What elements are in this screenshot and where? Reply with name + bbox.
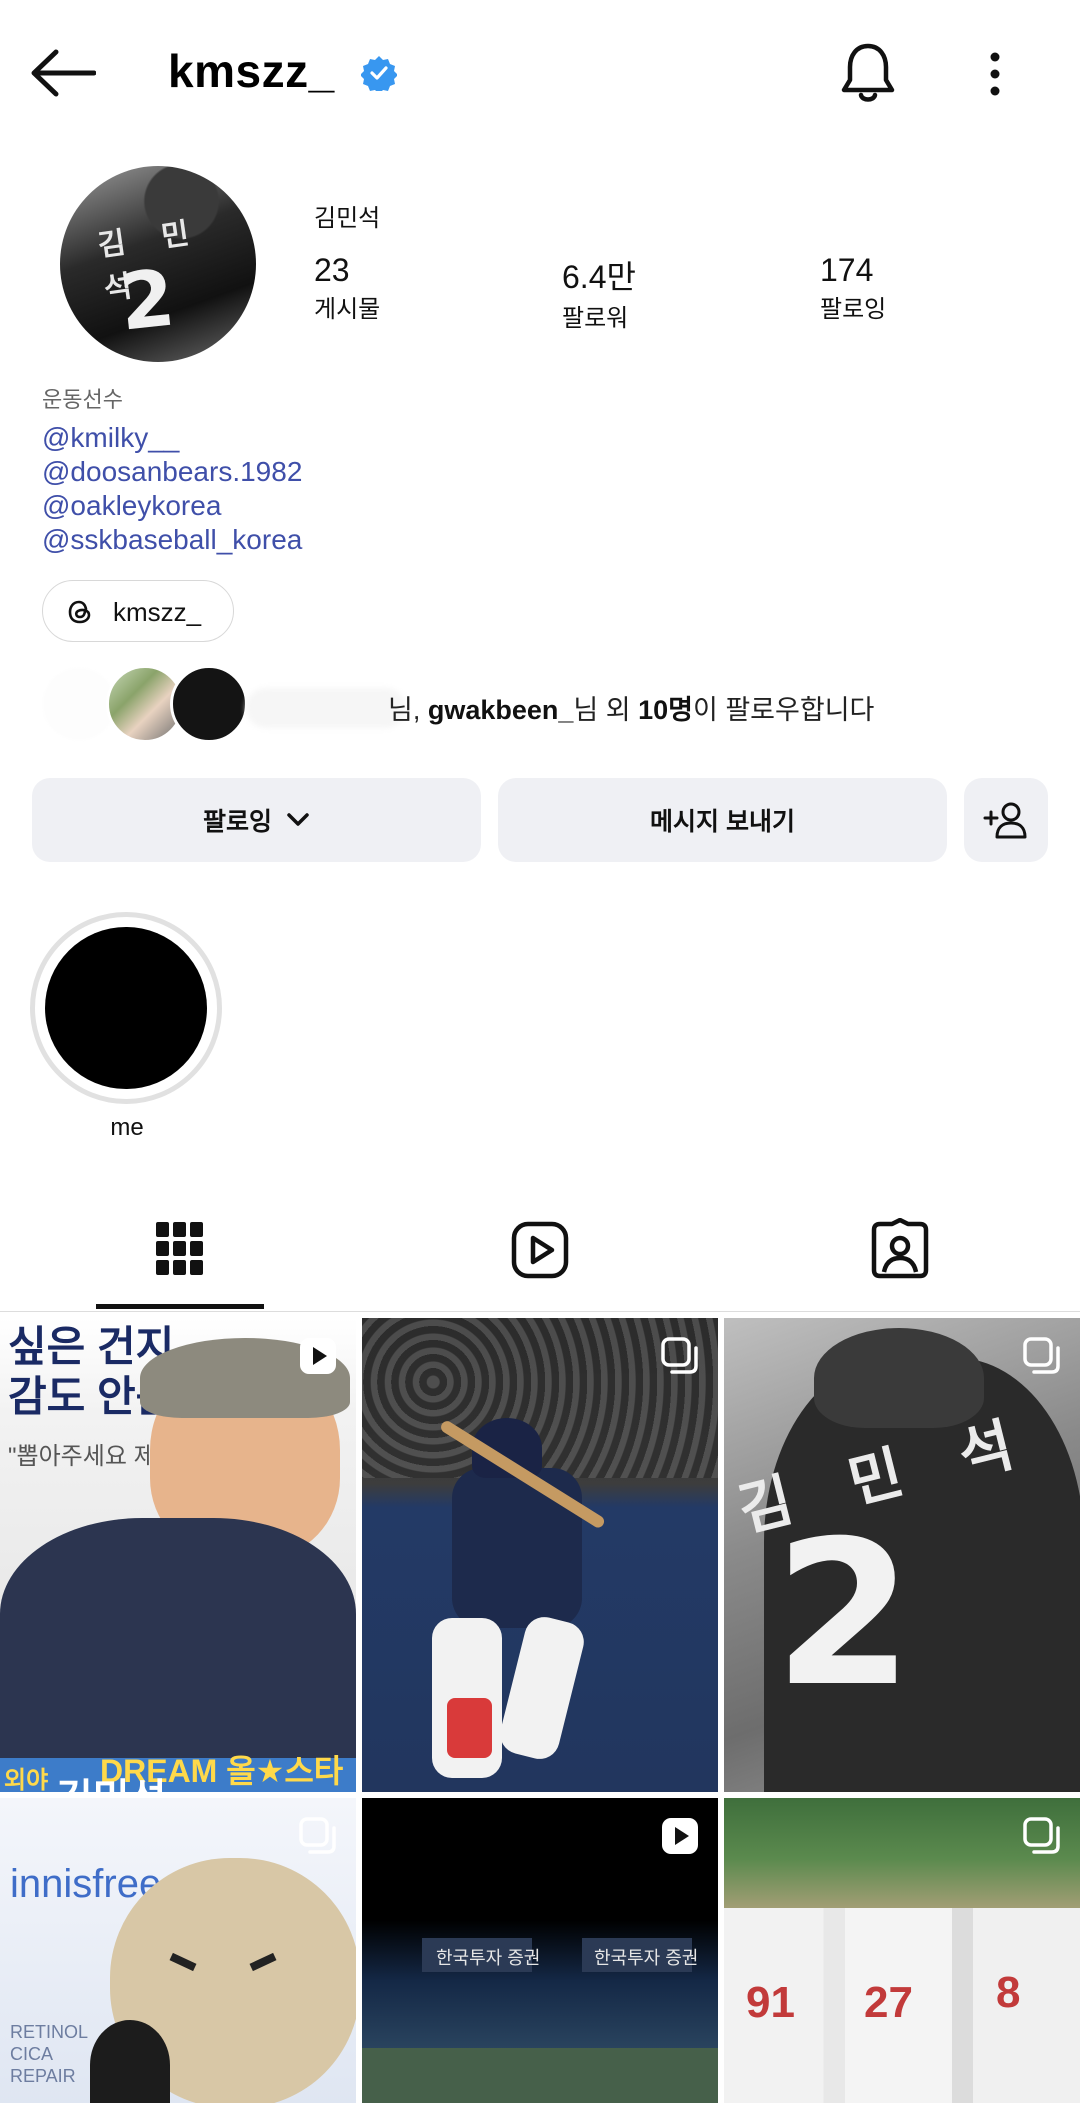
post-player-number: 8: [996, 1968, 1021, 2017]
stat-following-count: 174: [820, 252, 874, 288]
stat-posts[interactable]: 23 게시물: [314, 252, 380, 324]
verified-badge-icon: [361, 56, 397, 91]
bio-mention-link[interactable]: @doosanbears.1982: [42, 456, 302, 488]
post-banner-small: 외야: [4, 1767, 49, 1792]
blurred-username: [246, 688, 406, 728]
suggest-people-button[interactable]: [964, 778, 1048, 862]
carousel-icon: [299, 1817, 336, 1854]
post-small-text: REPAIR: [10, 2066, 76, 2086]
post-board-text: 한국투자 증권: [594, 1948, 699, 1968]
mutual-text-suffix: 이 팔로우합니다: [693, 695, 875, 725]
stat-followers[interactable]: 6.4만 팔로워: [562, 252, 636, 333]
reels-icon[interactable]: [510, 1220, 570, 1280]
post-person: [90, 2020, 170, 2103]
profile-avatar[interactable]: 김 민 석 2: [60, 166, 256, 362]
carousel-icon: [661, 1337, 698, 1374]
stat-following-label: 팔로잉: [820, 296, 887, 323]
post-batter-leg: [495, 1612, 589, 1764]
post-leg-guard: [447, 1698, 492, 1758]
bio-mention-link[interactable]: @kmilky__: [42, 422, 179, 454]
profile-full-name: 김민석: [314, 205, 381, 232]
message-button-label: 메시지 보내기: [650, 808, 795, 836]
post-jersey-number: 2: [774, 1498, 914, 1731]
mutual-text-mid: 님 외: [573, 695, 631, 725]
reel-icon: [662, 1818, 698, 1854]
stat-posts-label: 게시물: [314, 296, 381, 323]
highlight-cover[interactable]: [45, 927, 207, 1089]
post-tile[interactable]: 한국투자 증권 한국투자 증권: [362, 1798, 718, 2103]
message-button[interactable]: 메시지 보내기: [498, 778, 947, 862]
mutual-follower-name: gwakbeen_: [427, 695, 574, 725]
post-board-text: 한국투자 증권: [436, 1948, 541, 1968]
post-field: [362, 2048, 718, 2103]
add-person-icon: [983, 802, 1027, 839]
post-tile[interactable]: 91 27 8: [724, 1798, 1080, 2103]
grid-icon[interactable]: [154, 1220, 206, 1278]
post-tile[interactable]: innisfree RETINOL CICA REPAIR: [0, 1798, 356, 2103]
mutual-text-prefix: 님,: [388, 695, 421, 725]
profile-category: 운동선수: [42, 387, 123, 412]
active-tab-indicator: [96, 1304, 264, 1309]
bell-icon[interactable]: [840, 40, 896, 106]
following-button-label: 팔로잉: [202, 808, 272, 836]
threads-link-chip[interactable]: kmszz_: [42, 580, 234, 642]
threads-icon: [68, 600, 91, 624]
more-options-icon[interactable]: [978, 50, 1012, 98]
mutual-avatar: [170, 665, 248, 743]
carousel-icon: [1023, 1337, 1060, 1374]
mutual-followers-text[interactable]: 님, gwakbeen_님 외 10명이 팔로우합니다: [388, 688, 874, 727]
stat-following[interactable]: 174 팔로잉: [820, 252, 886, 324]
profile-username: kmszz_: [168, 45, 335, 97]
highlight-label: me: [110, 1114, 144, 1141]
post-small-text: RETINOL: [10, 2022, 89, 2042]
post-tile[interactable]: [362, 1318, 718, 1792]
stat-followers-count: 6.4만: [562, 259, 636, 295]
post-banner-name: 김민석: [56, 1766, 166, 1792]
bio-mention-link[interactable]: @oakleykorea: [42, 490, 221, 522]
bio-mention-link[interactable]: @sskbaseball_korea: [42, 524, 302, 556]
mutual-count: 10명: [638, 695, 693, 725]
post-tile[interactable]: 김 민 석 2: [724, 1318, 1080, 1792]
following-button[interactable]: 팔로잉: [32, 778, 481, 862]
avatar-jersey-number: 2: [115, 253, 179, 349]
stat-followers-label: 팔로워: [562, 305, 629, 332]
reel-icon: [300, 1338, 336, 1374]
post-tile[interactable]: 싶은 건지 감도 안옴 "뽑아주세요 제발" 외야 DREAM 올★스타 김민석: [0, 1318, 356, 1792]
threads-handle: kmszz_: [113, 597, 202, 627]
stat-posts-count: 23: [314, 252, 350, 288]
post-player-number: 91: [746, 1978, 795, 2027]
post-shirt: [0, 1518, 356, 1758]
tagged-icon[interactable]: [870, 1218, 930, 1280]
post-player-number: 27: [864, 1978, 913, 2027]
tabs-divider: [0, 1311, 1080, 1312]
chevron-down-icon: [287, 813, 309, 826]
back-arrow-icon[interactable]: [30, 48, 96, 98]
carousel-icon: [1023, 1817, 1060, 1854]
post-small-text: CICA: [10, 2044, 54, 2064]
